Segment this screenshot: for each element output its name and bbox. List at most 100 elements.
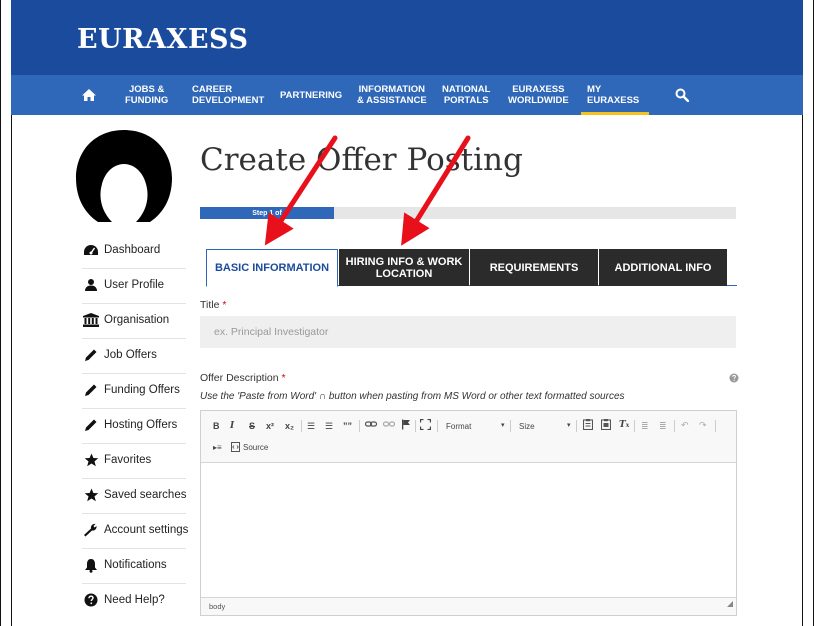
maximize-icon[interactable] [419,418,432,432]
sidebar-item-notifications[interactable]: Notifications [82,555,167,575]
editor-status-bar: body [201,597,736,615]
sidebar-item-favorites[interactable]: Favorites [82,450,151,470]
toolbar-divider [359,420,360,432]
pencil-icon [82,382,100,398]
sidebar-item-user-profile[interactable]: User Profile [82,275,164,295]
size-dropdown[interactable]: Size [519,422,535,431]
site-header: EURAXESS [11,0,803,75]
dashboard-icon [82,242,100,258]
sidebar-item-label: Notifications [104,559,167,571]
home-icon[interactable] [81,75,97,115]
required-mark: * [222,299,227,311]
nav-national-portals[interactable]: NATIONAL PORTALS [442,75,490,115]
resize-handle-icon[interactable] [727,594,733,612]
tab-hiring-info-work-location[interactable]: HIRING INFO & WORK LOCATION [339,249,469,286]
numbered-list-button[interactable]: ☰ [325,421,333,432]
source-label: Source [243,442,269,452]
bold-button[interactable]: B [213,421,220,431]
redo-icon[interactable]: ↷ [699,420,707,431]
page-title: Create Offer Posting [200,142,523,178]
anchor-flag-icon[interactable] [401,419,411,432]
bulleted-list-button[interactable]: ☰ [307,421,315,432]
sidebar-divider [82,443,186,444]
chevron-down-icon[interactable]: ▾ [567,421,571,429]
element-path[interactable]: body [209,602,225,611]
wrench-icon [82,522,100,538]
sidebar-item-organisation[interactable]: Organisation [82,310,169,330]
sidebar-divider [82,373,186,374]
tab-additional-info[interactable]: ADDITIONAL INFO [599,249,727,286]
tab-requirements[interactable]: REQUIREMENTS [470,249,598,286]
sidebar-item-saved-searches[interactable]: Saved searches [82,485,186,505]
user-icon [82,277,100,293]
pencil-icon [82,347,100,363]
brand-logo[interactable]: EURAXESS [77,24,248,55]
title-input[interactable] [200,316,736,348]
sidebar-item-label: Account settings [104,524,189,536]
pencil-icon [82,417,100,433]
sidebar-item-label: User Profile [104,279,165,291]
superscript-button[interactable]: x² [266,421,274,431]
search-icon[interactable] [675,75,689,115]
chevron-down-icon[interactable]: ▾ [501,421,505,429]
link-icon[interactable] [364,419,378,431]
sidebar-item-label: Job Offers [104,349,157,361]
bell-icon [82,557,100,573]
toolbar-divider [674,420,675,432]
indent-icon[interactable]: ≣ [659,421,667,432]
outdent-icon[interactable]: ≣ [641,421,649,432]
nav-partnering[interactable]: PARTNERING [280,75,342,115]
nav-jobs-funding[interactable]: JOBS & FUNDING [125,75,168,115]
sidebar-divider [82,408,186,409]
nav-my-euraxess[interactable]: MY EURAXESS [580,75,650,115]
italic-button[interactable]: I [230,421,234,431]
sidebar-divider [82,478,186,479]
toolbar-divider [437,420,438,432]
help-icon[interactable] [729,370,739,383]
paste-from-word-icon[interactable] [600,419,612,432]
sidebar-item-label: Funding Offers [104,384,180,396]
source-button[interactable]: Source [231,442,268,452]
toolbar-divider [634,420,635,432]
subscript-button[interactable]: x₂ [285,421,294,431]
required-mark: * [281,372,286,384]
star-icon [82,452,100,468]
offer-description-label-text: Offer Description [200,372,279,384]
sidebar-item-need-help[interactable]: Need Help? [82,590,165,610]
unlink-icon[interactable] [382,419,396,431]
sidebar-divider [82,548,186,549]
bidi-ltr-icon[interactable]: ▸≡ [213,443,222,452]
nav-career-development[interactable]: CAREER DEVELOPMENT [192,75,264,115]
sidebar-item-label: Saved searches [104,489,187,501]
progress-fill: Step 1 of [200,207,334,219]
sidebar-divider [82,583,186,584]
format-dropdown[interactable]: Format [446,422,471,431]
nav-euraxess-worldwide[interactable]: EURAXESS WORLDWIDE [508,75,569,115]
sidebar-divider [82,513,186,514]
tab-basic-information[interactable]: BASIC INFORMATION [206,249,338,287]
blockquote-button[interactable]: ”” [343,421,352,431]
toolbar-divider [301,420,302,432]
sidebar-item-label: Hosting Offers [104,419,178,431]
undo-icon[interactable]: ↶ [681,420,689,431]
paste-help-text: Use the 'Paste from Word' ∩ button when … [200,391,625,402]
nav-information-assistance[interactable]: INFORMATION & ASSISTANCE [357,75,427,115]
institution-icon [82,312,100,328]
sidebar-divider [82,268,186,269]
editor-content-area[interactable] [201,463,736,597]
paste-text-icon[interactable] [582,419,594,432]
sidebar-item-account-settings[interactable]: Account settings [82,520,188,540]
sidebar-divider [82,338,186,339]
sidebar-item-label: Dashboard [104,244,161,256]
form-tabs: BASIC INFORMATION HIRING INFO & WORK LOC… [206,249,737,287]
sidebar-item-job-offers[interactable]: Job Offers [82,345,157,365]
sidebar-item-dashboard[interactable]: Dashboard [82,240,160,260]
title-label: Title * [200,299,226,311]
sidebar-item-hosting-offers[interactable]: Hosting Offers [82,415,177,435]
remove-format-icon[interactable]: Tx [619,420,629,430]
rich-text-editor: B I S x² x₂ ☰ ☰ ”” Format ▾ Size ▾ Tx ≣ … [200,410,737,616]
sidebar-item-label: Need Help? [104,594,165,606]
sidebar-item-funding-offers[interactable]: Funding Offers [82,380,180,400]
strike-button[interactable]: S [249,421,255,431]
question-icon [82,592,100,608]
